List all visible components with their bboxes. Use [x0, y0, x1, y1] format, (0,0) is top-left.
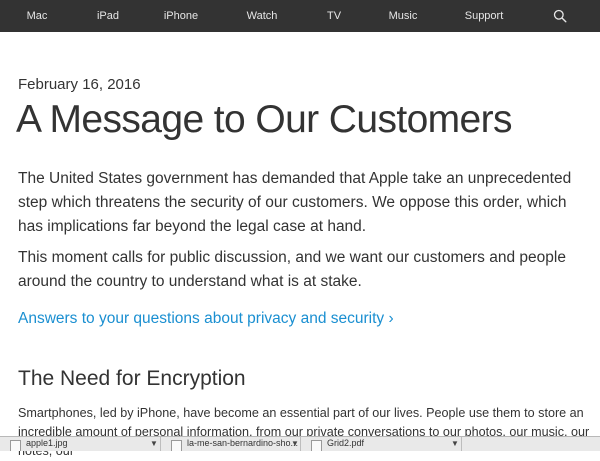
- search-icon[interactable]: [553, 9, 567, 23]
- nav-item-mac[interactable]: Mac: [27, 0, 48, 32]
- nav-item-tv[interactable]: TV: [327, 0, 341, 32]
- nav-item-iphone[interactable]: iPhone: [164, 0, 198, 32]
- file-icon: [10, 440, 21, 451]
- chevron-down-icon[interactable]: ▼: [451, 439, 459, 448]
- intro-paragraph: The United States government has demande…: [18, 170, 572, 235]
- global-nav: Mac iPad iPhone Watch TV Music Support: [0, 0, 600, 32]
- download-shelf: apple1.jpg ▼ la-me-san-bernardino-sho...…: [0, 436, 600, 451]
- privacy-faq-link[interactable]: Answers to your questions about privacy …: [18, 310, 394, 328]
- article-date: February 16, 2016: [18, 76, 141, 93]
- section-heading: The Need for Encryption: [18, 367, 246, 390]
- nav-item-watch[interactable]: Watch: [247, 0, 278, 32]
- encryption-paragraph: Smartphones, led by iPhone, have become …: [18, 406, 590, 458]
- nav-item-support[interactable]: Support: [465, 0, 504, 32]
- download-item[interactable]: la-me-san-bernardino-sho... ▼: [161, 437, 301, 451]
- nav-item-music[interactable]: Music: [389, 0, 418, 32]
- file-icon: [311, 440, 322, 451]
- discussion-paragraph: This moment calls for public discussion,…: [18, 249, 566, 290]
- download-item[interactable]: Grid2.pdf ▼: [301, 437, 462, 451]
- nav-item-ipad[interactable]: iPad: [97, 0, 119, 32]
- file-icon: [171, 440, 182, 451]
- download-filename: apple1.jpg: [26, 438, 68, 448]
- page-title: A Message to Our Customers: [16, 98, 513, 141]
- download-filename: la-me-san-bernardino-sho...: [187, 438, 299, 448]
- download-filename: Grid2.pdf: [327, 438, 365, 448]
- chevron-down-icon[interactable]: ▼: [291, 439, 299, 448]
- download-item[interactable]: apple1.jpg ▼: [0, 437, 161, 451]
- chevron-down-icon[interactable]: ▼: [150, 439, 158, 448]
